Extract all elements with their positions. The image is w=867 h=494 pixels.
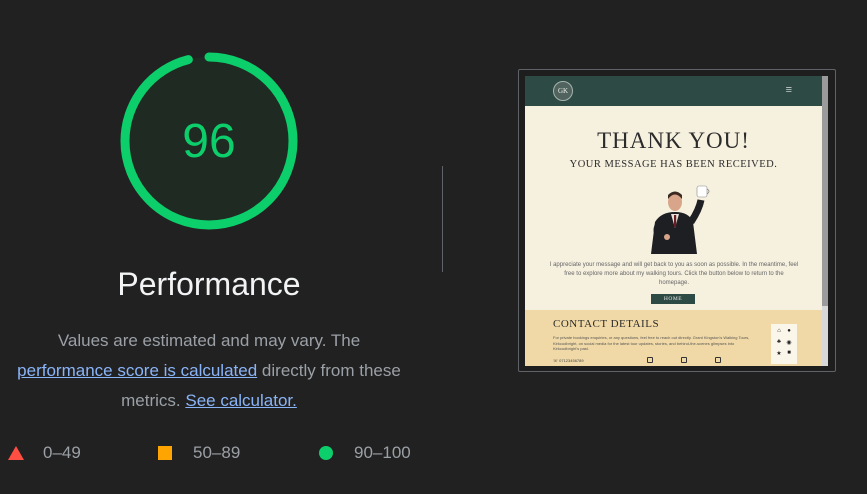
screenshot-page: GK ≡ THANK YOU! YOUR MESSAGE HAS BEEN RE…: [525, 76, 828, 366]
man-with-cup-image: [651, 185, 710, 254]
legend-item-fail: 0–49: [8, 440, 81, 466]
thank-you-message: I appreciate your message and will get b…: [549, 262, 799, 286]
quick-icons: ⌂ ● ♣ ◉ ★ ■: [771, 324, 797, 364]
legend-item-pass: 90–100: [319, 440, 411, 466]
linkedin-icon: [715, 357, 721, 363]
instagram-icon: [647, 357, 653, 363]
performance-score-link[interactable]: performance score is calculated: [17, 361, 257, 380]
see-calculator-link[interactable]: See calculator.: [185, 391, 297, 410]
score-description: Values are estimated and may vary. The p…: [0, 326, 418, 416]
performance-score: 96: [182, 114, 236, 168]
square-icon: [158, 446, 172, 460]
contact-text: For private bookings enquiries, or any q…: [553, 335, 750, 351]
site-navbar: GK ≡: [525, 76, 822, 106]
final-screenshot[interactable]: GK ≡ THANK YOU! YOUR MESSAGE HAS BEEN RE…: [518, 69, 836, 372]
site-logo: GK: [553, 81, 573, 101]
home-icon: ⌂: [777, 328, 781, 334]
legend-item-average: 50–89: [158, 440, 240, 466]
thank-you-subheading: YOUR MESSAGE HAS BEEN RECEIVED.: [569, 159, 778, 170]
scrollbar-track: [822, 76, 828, 366]
info-icon: ◉: [786, 339, 792, 346]
scrollbar-thumb: [822, 76, 828, 306]
chat-icon: ■: [787, 350, 791, 357]
phone-number: ☏ 07123456789: [553, 358, 584, 363]
star-icon: ★: [776, 351, 782, 358]
user-icon: ●: [787, 328, 791, 334]
divider: [442, 166, 443, 272]
legend-range-pass: 90–100: [354, 443, 411, 462]
home-button: HOME: [651, 294, 695, 304]
circle-icon: [319, 446, 333, 460]
description-prefix: Values are estimated and may vary. The: [57, 331, 361, 350]
gauge-title: Performance: [117, 266, 301, 302]
thank-you-heading: THANK YOU!: [597, 128, 750, 153]
facebook-icon: [681, 357, 687, 363]
score-legend: 0–49 50–89 90–100: [0, 440, 440, 466]
walk-icon: ♣: [777, 338, 781, 345]
contact-section: CONTACT DETAILS For private bookings enq…: [525, 310, 822, 366]
phone-value: 07123456789: [559, 358, 584, 363]
legend-range-fail: 0–49: [43, 443, 81, 462]
triangle-icon: [8, 446, 24, 460]
contact-title: CONTACT DETAILS: [553, 318, 660, 330]
performance-gauge: 96: [118, 50, 300, 232]
hamburger-menu-icon: ≡: [785, 84, 792, 96]
legend-range-average: 50–89: [193, 443, 241, 462]
